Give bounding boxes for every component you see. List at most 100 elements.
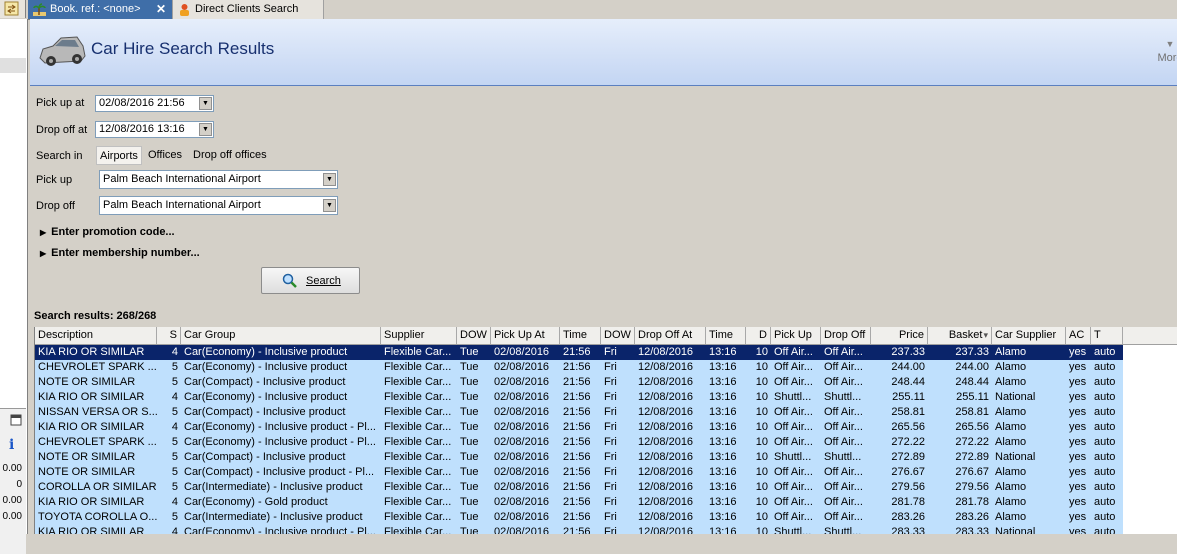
column-header-pickup-location[interactable]: Pick Up [771,327,821,344]
promotion-code-expander[interactable]: ▶ Enter promotion code... [40,226,175,238]
dropdown-arrow-icon[interactable]: ▼ [323,173,336,186]
table-row[interactable]: KIA RIO OR SIMILAR 4 Car(Economy) - Inclus… [35,420,1123,435]
table-row[interactable]: CHEVROLET SPARK ... 5 Car(Economy) - Inclu… [35,360,1123,375]
column-header-car-group[interactable]: Car Group [181,327,381,344]
table-row[interactable]: KIA RIO OR SIMILAR 4 Car(Economy) - Inclus… [35,345,1123,360]
cell-dropoff-date: 12/08/2016 [638,346,694,358]
cell-car-group: Car(Economy) - Inclusive product [184,391,348,403]
cell-price: 279.56 [891,481,925,493]
cell-days: 10 [755,421,768,433]
column-header-seats[interactable]: S [157,327,181,344]
dropoff-at-field[interactable]: 12/08/2016 13:16 ▼ [95,121,214,138]
cell-ac: yes [1069,361,1087,373]
search-in-dropoff-offices[interactable]: Drop off offices [190,146,270,165]
left-panel-selected-row[interactable] [0,58,26,73]
table-row[interactable]: CHEVROLET SPARK ... 5 Car(Economy) - Inclu… [35,435,1123,450]
column-header-dropoff-date[interactable]: Drop Off At [635,327,706,344]
cell-seats: 5 [171,511,178,523]
table-row[interactable]: NOTE OR SIMILAR 5 Car(Compact) - Inclusive… [35,375,1123,390]
column-header-days[interactable]: D [746,327,771,344]
dropdown-arrow-icon[interactable]: ▼ [199,97,212,110]
cell-dropoff-location: Off Air... [824,421,863,433]
cell-days: 10 [755,526,768,534]
column-header-dropoff-location[interactable]: Drop Off [821,327,871,344]
dropoff-location-select[interactable]: Palm Beach International Airport ▼ [99,196,338,215]
column-header-pickup-date[interactable]: Pick Up At [491,327,560,344]
cell-pickup-dow: Tue [460,421,479,433]
column-header-car-supplier[interactable]: Car Supplier [992,327,1066,344]
cell-dropoff-dow: Fri [604,391,617,403]
cell-seats: 4 [171,346,178,358]
cell-car-supplier: Alamo [995,481,1027,493]
cell-transmission: auto [1094,436,1116,448]
column-header-dropoff-time[interactable]: Time [706,327,746,344]
tab-booking[interactable]: Book. ref.: <none> ✕ [28,0,172,19]
pickup-location-select[interactable]: Palm Beach International Airport ▼ [99,170,338,189]
search-button[interactable]: Search [261,267,360,294]
cell-supplier: Flexible Car... [384,361,452,373]
table-row[interactable]: NISSAN VERSA OR S... 5 Car(Compact) - Incl… [35,405,1123,420]
column-header-pickup-time[interactable]: Time [560,327,601,344]
column-header-transmission[interactable]: T [1091,327,1123,344]
table-row[interactable]: KIA RIO OR SIMILAR 4 Car(Economy) - Inclus… [35,525,1123,534]
search-in-airports[interactable]: Airports [96,146,142,165]
cell-pickup-location: Shuttl... [774,526,812,534]
cell-dropoff-dow: Fri [604,346,617,358]
cell-supplier: Flexible Car... [384,421,452,433]
cell-price: 283.26 [891,511,925,523]
cell-basket: 258.81 [955,406,989,418]
column-header-basket[interactable]: Basket▾ [928,327,992,344]
dropdown-arrow-icon[interactable]: ▼ [323,199,336,212]
column-header-ac[interactable]: AC [1066,327,1091,344]
swap-icon[interactable] [0,0,26,18]
table-row[interactable]: KIA RIO OR SIMILAR 4 Car(Economy) - Inclus… [35,390,1123,405]
cell-pickup-location: Off Air... [774,436,813,448]
column-header-supplier[interactable]: Supplier [381,327,457,344]
cell-seats: 5 [171,406,178,418]
column-header-price[interactable]: Price [871,327,928,344]
more-button[interactable]: ▼ More [1150,39,1177,64]
dropdown-arrow-icon[interactable]: ▼ [199,123,212,136]
cell-car-supplier: Alamo [995,421,1027,433]
membership-number-expander[interactable]: ▶ Enter membership number... [40,247,200,259]
cell-pickup-time: 21:56 [563,451,591,463]
close-icon[interactable]: ✕ [156,0,166,19]
cell-transmission: auto [1094,526,1116,534]
column-header-dropoff-dow[interactable]: DOW [601,327,635,344]
cell-pickup-location: Off Air... [774,421,813,433]
cell-dropoff-location: Shuttl... [824,451,862,463]
dropoff-location-value: Palm Beach International Airport [103,199,261,211]
search-in-offices[interactable]: Offices [145,146,185,165]
left-panel-totals: i 0.00 0 0.00 0.00 [0,408,26,554]
cell-pickup-dow: Tue [460,406,479,418]
cell-pickup-date: 02/08/2016 [494,526,550,534]
column-header-description[interactable]: Description [35,327,157,344]
window-icon[interactable] [10,414,22,426]
table-row[interactable]: NOTE OR SIMILAR 5 Car(Compact) - Inclusive… [35,465,1123,480]
table-row[interactable]: NOTE OR SIMILAR 5 Car(Compact) - Inclusive… [35,450,1123,465]
cell-seats: 4 [171,526,178,534]
cell-price: 244.00 [891,361,925,373]
cell-description: NOTE OR SIMILAR [38,466,136,478]
cell-seats: 5 [171,466,178,478]
pickup-at-label: Pick up at [36,97,85,109]
pickup-at-field[interactable]: 02/08/2016 21:56 ▼ [95,95,214,112]
table-row[interactable]: TOYOTA COROLLA O... 5 Car(Intermediate) - … [35,510,1123,525]
column-header-pickup-dow[interactable]: DOW [457,327,491,344]
tab-direct-clients-search[interactable]: Direct Clients Search [172,0,324,19]
cell-dropoff-date: 12/08/2016 [638,526,694,534]
cell-car-supplier: Alamo [995,361,1027,373]
cell-dropoff-date: 12/08/2016 [638,466,694,478]
table-row[interactable]: KIA RIO OR SIMILAR 4 Car(Economy) - Gold p… [35,495,1123,510]
cell-description: KIA RIO OR SIMILAR [38,496,145,508]
table-header: Description S Car Group Supplier DOW Pick Up … [35,327,1177,345]
pickup-at-value: 02/08/2016 21:56 [99,97,185,109]
cell-basket: 237.33 [955,346,989,358]
table-row[interactable]: COROLLA OR SIMILAR 5 Car(Intermediate) - I… [35,480,1123,495]
cell-dropoff-dow: Fri [604,451,617,463]
cell-dropoff-location: Off Air... [824,511,863,523]
cell-seats: 5 [171,361,178,373]
info-icon[interactable]: i [9,437,14,453]
cell-dropoff-time: 13:16 [709,451,737,463]
cell-dropoff-date: 12/08/2016 [638,436,694,448]
